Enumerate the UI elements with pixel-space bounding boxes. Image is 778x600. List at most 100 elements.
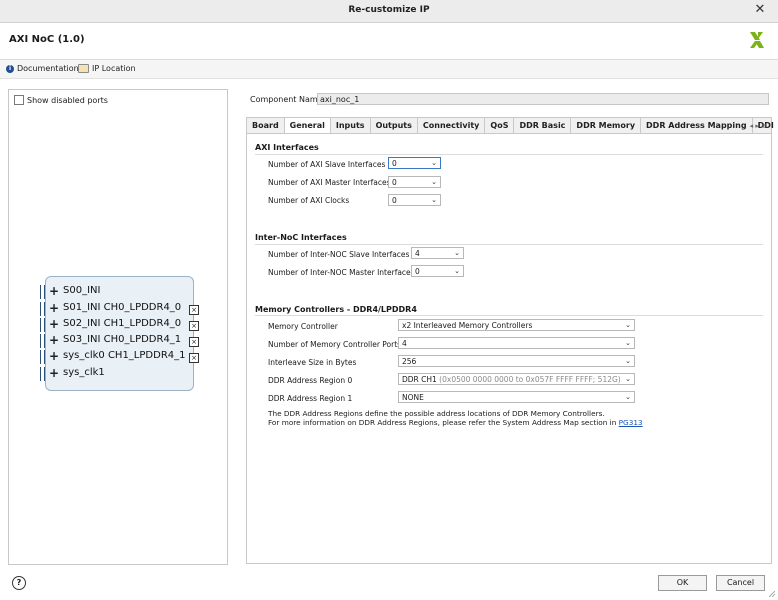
ip-location-link[interactable]: IP Location: [78, 64, 136, 73]
dropdown-value: x2 Interleaved Memory Controllers: [402, 321, 533, 330]
inter-noc-slave-interfaces-label: Number of Inter-NOC Slave Interfaces: [268, 250, 410, 259]
expand-icon[interactable]: +: [49, 318, 59, 330]
reference-text: For more information on DDR Address Regi…: [268, 418, 619, 427]
dropdown-value: 0: [392, 196, 397, 205]
memory-controller-ports-dropdown[interactable]: 4 ⌄: [398, 337, 635, 349]
port-row[interactable]: + sys_clk0 CH1_LPDDR4_1: [49, 350, 186, 362]
tab-qos[interactable]: QoS: [485, 118, 515, 134]
ip-name: AXI NoC (1.0): [9, 34, 85, 45]
interleave-size-label: Interleave Size in Bytes: [268, 358, 357, 367]
tab-general[interactable]: General: [284, 118, 331, 134]
inter-noc-slave-interfaces-dropdown[interactable]: 4 ⌄: [411, 247, 464, 259]
port-label: sys_clk0 CH1_LPDDR4_1: [63, 350, 186, 361]
dropdown-value: 0: [415, 267, 420, 276]
ddr-address-region-0-dropdown[interactable]: DDR CH1 (0x0500 0000 0000 to 0x057F FFFF…: [398, 373, 635, 385]
dropdown-value: 0: [392, 159, 397, 168]
dropdown-value: DDR CH1: [402, 375, 437, 384]
port-bus-marker: [40, 350, 45, 364]
port-bus-marker: [40, 302, 45, 316]
help-icon[interactable]: ?: [12, 576, 26, 590]
general-tab-content: AXI Interfaces Number of AXI Slave Inter…: [246, 133, 772, 564]
component-name-field[interactable]: axi_noc_1: [317, 93, 769, 105]
folder-icon: [78, 64, 89, 73]
expand-icon[interactable]: +: [49, 334, 59, 346]
tab-bar: Board General Inputs Outputs Connectivit…: [246, 117, 774, 134]
output-port-icon: ×: [189, 321, 199, 331]
axi-master-interfaces-dropdown[interactable]: 0 ⌄: [388, 176, 441, 188]
tab-ddr-memory[interactable]: DDR Memory: [571, 118, 642, 134]
port-row[interactable]: + S00_INI: [49, 285, 101, 297]
close-icon[interactable]: ✕: [752, 2, 768, 18]
chevron-down-icon: ⌄: [431, 159, 437, 167]
chevron-down-icon: ⌄: [625, 357, 631, 365]
axi-slave-interfaces-dropdown[interactable]: 0 ⌄: [388, 157, 441, 169]
ok-button[interactable]: OK: [658, 575, 707, 591]
axi-clocks-dropdown[interactable]: 0 ⌄: [388, 194, 441, 206]
chevron-down-icon: ⌄: [454, 249, 460, 257]
port-label: sys_clk1: [63, 367, 105, 378]
section-divider: [255, 315, 763, 316]
resize-grip-icon[interactable]: [769, 591, 775, 597]
documentation-label: Documentation: [17, 64, 79, 73]
memory-controller-label: Memory Controller: [268, 322, 338, 331]
info-icon: i: [6, 64, 14, 73]
memory-controller-ports-label: Number of Memory Controller Ports: [268, 340, 402, 349]
memory-controller-dropdown[interactable]: x2 Interleaved Memory Controllers ⌄: [398, 319, 635, 331]
links-bar: i Documentation IP Location: [0, 60, 778, 79]
ddr-address-region-1-label: DDR Address Region 1: [268, 394, 353, 403]
expand-icon[interactable]: +: [49, 302, 59, 314]
show-disabled-ports-label: Show disabled ports: [27, 95, 108, 105]
port-label: S00_INI: [63, 285, 101, 296]
tab-outputs[interactable]: Outputs: [371, 118, 418, 134]
title-bar: Re-customize IP ✕: [0, 0, 778, 23]
port-row[interactable]: + S01_INI CH0_LPDDR4_0: [49, 302, 182, 314]
tab-connectivity[interactable]: Connectivity: [418, 118, 486, 134]
chevron-down-icon: ⌄: [431, 196, 437, 204]
tab-board[interactable]: Board: [247, 118, 285, 134]
chevron-down-icon: ⌄: [454, 267, 460, 275]
interleave-size-dropdown[interactable]: 256 ⌄: [398, 355, 635, 367]
documentation-link[interactable]: i Documentation: [6, 64, 79, 73]
port-row[interactable]: + S02_INI CH1_LPDDR4_0: [49, 318, 182, 330]
section-memory-controllers: Memory Controllers - DDR4/LPDDR4: [255, 305, 417, 314]
tab-scroll-menu-icon[interactable]: ◂ ▸ ≡: [750, 118, 767, 134]
output-port-icon: ×: [189, 305, 199, 315]
ddr-regions-reference: For more information on DDR Address Regi…: [268, 418, 643, 427]
window-title: Re-customize IP: [348, 5, 430, 15]
component-name-label: Component Name: [250, 95, 323, 104]
axi-slave-interfaces-label: Number of AXI Slave Interfaces: [268, 160, 386, 169]
section-inter-noc-interfaces: Inter-NoC Interfaces: [255, 233, 347, 242]
tab-ddr-basic[interactable]: DDR Basic: [514, 118, 572, 134]
expand-icon[interactable]: +: [49, 350, 59, 362]
dropdown-value: 0: [392, 178, 397, 187]
chevron-down-icon: ⌄: [625, 375, 631, 383]
port-row[interactable]: + sys_clk1: [49, 367, 105, 379]
show-disabled-ports-checkbox[interactable]: Show disabled ports: [14, 95, 108, 105]
section-divider: [255, 244, 763, 245]
chevron-down-icon: ⌄: [625, 339, 631, 347]
dropdown-value: NONE: [402, 393, 424, 402]
output-port-icon: ×: [189, 353, 199, 363]
tab-ddr-address-mapping[interactable]: DDR Address Mapping: [641, 118, 753, 134]
cancel-button[interactable]: Cancel: [716, 575, 765, 591]
checkbox-box[interactable]: [14, 95, 24, 105]
chevron-down-icon: ⌄: [625, 321, 631, 329]
ddr-address-region-1-dropdown[interactable]: NONE ⌄: [398, 391, 635, 403]
pg313-link[interactable]: PG313: [619, 418, 643, 427]
port-bus-marker: [40, 367, 45, 381]
ip-block-symbol: + S00_INI + S01_INI CH0_LPDDR4_0 × + S02_IN…: [40, 276, 199, 391]
port-label: S02_INI CH1_LPDDR4_0: [63, 318, 182, 329]
port-label: S01_INI CH0_LPDDR4_0: [63, 302, 182, 313]
dropdown-value: 4: [402, 339, 407, 348]
xilinx-logo-icon: [750, 32, 764, 48]
tab-inputs[interactable]: Inputs: [331, 118, 371, 134]
inter-noc-master-interfaces-dropdown[interactable]: 0 ⌄: [411, 265, 464, 277]
expand-icon[interactable]: +: [49, 367, 59, 379]
port-row[interactable]: + S03_INI CH0_LPDDR4_1: [49, 334, 181, 346]
expand-icon[interactable]: +: [49, 285, 59, 297]
section-divider: [255, 154, 763, 155]
ddr-address-region-0-label: DDR Address Region 0: [268, 376, 353, 385]
inter-noc-master-interfaces-label: Number of Inter-NOC Master Interfaces: [268, 268, 415, 277]
ddr-regions-note: The DDR Address Regions define the possi…: [268, 409, 605, 418]
ip-location-label: IP Location: [92, 64, 136, 73]
